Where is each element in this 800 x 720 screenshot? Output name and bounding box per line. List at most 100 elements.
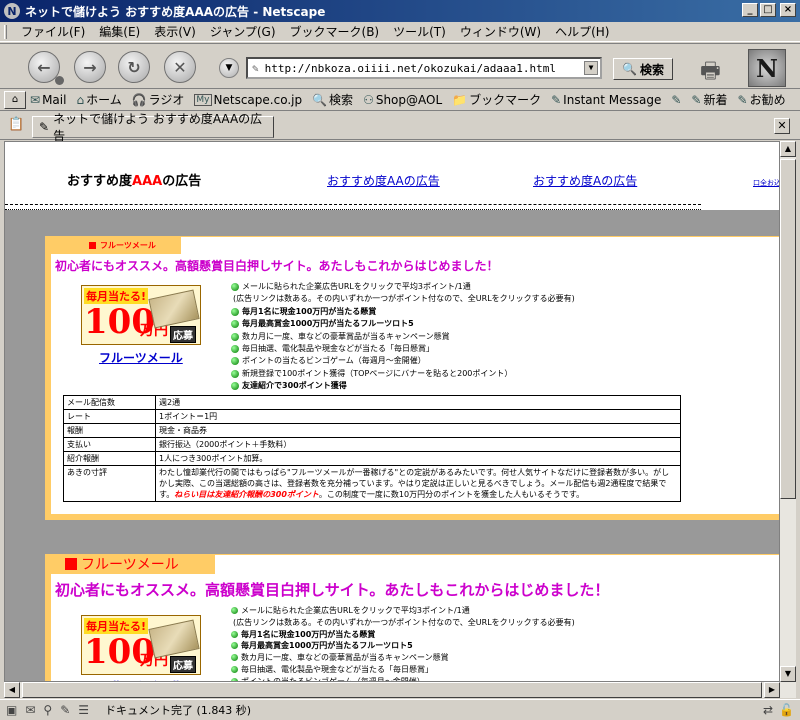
pb-bookmarks[interactable]: 📁 ブックマーク [452,91,541,108]
feature-item: 毎月1名に現金100万円が当たる懸賞 [231,306,575,318]
toolbar-home-icon[interactable]: ⌂ [4,91,26,109]
window-title: ネットで儲けよう おすすめ度AAAの広告 - Netscape [25,4,326,19]
aim-icon[interactable]: ⚲ [43,703,52,717]
status-toggle-icon[interactable]: ▣ [6,703,17,717]
security-lock-icon[interactable]: 🔓 [779,703,794,717]
menu-edit[interactable]: 編集(E) [92,23,147,40]
menu-file[interactable]: ファイル(F) [14,23,92,40]
menu-tools[interactable]: ツール(T) [386,23,453,40]
menu-view[interactable]: 表示(V) [147,23,203,40]
pb-label: ラジオ [148,93,185,107]
feature-item: 毎日抽選、電化製品や現金などが当たる「毎日懸賞」 [231,343,575,355]
feature-text: 毎月最高賞金1000万円が当たるフルーツロト5 [241,641,413,651]
aol-icon: ⚇ [363,92,374,107]
ad-banner[interactable]: 毎月当たる! 100 万円 応募 [81,285,201,345]
sidebar-toggle-icon[interactable]: 📋 [8,117,24,132]
stop-button[interactable]: ✕ [164,51,196,83]
table-value: 1ポイント＝1円 [155,409,681,424]
scroll-right-button[interactable]: ▶ [764,682,780,698]
pb-new[interactable]: ✎ 新着 [691,91,727,108]
green-dot-icon [231,307,239,316]
scroll-left-button[interactable]: ◀ [4,682,20,698]
status-text: ドキュメント完了 (1.843 秒) [105,704,252,717]
feature-item: 友達紹介で300ポイント獲得 [231,380,575,392]
print-icon[interactable]: 🖶 [700,54,721,92]
ad-banner[interactable]: 毎月当たる! 100 万円 応募 [81,615,201,675]
green-dot-icon [231,283,239,291]
close-button[interactable]: × [780,3,796,17]
menu-bookmarks[interactable]: ブックマーク(B) [283,23,387,40]
pb-label: ブックマーク [469,93,542,107]
feature-item: 毎月最高賞金1000万円が当たるフルーツロト5 [231,640,575,652]
table-key: 支払い [63,437,156,452]
browser-tab[interactable]: ✎ ネットで儲けよう おすすめ度AAAの広告 [32,112,274,143]
menu-go[interactable]: ジャンプ(G) [203,23,283,40]
pb-search[interactable]: 🔍 検索 [312,91,353,108]
back-dropdown[interactable] [55,76,64,85]
pb-radio[interactable]: 🎧 ラジオ [132,91,185,108]
feature-text: 毎月1名に現金100万円が当たる懸賞 [242,306,377,316]
tiny-link[interactable]: 口全お込 [753,178,779,188]
scroll-down-button[interactable]: ▼ [780,666,796,682]
feature-text: 毎日抽選、電化製品や現金などが当たる「毎日懸賞」 [242,344,434,354]
feature-text: 数カ月に一度、車などの豪華賞品が当るキャンペーン懸賞 [241,653,449,663]
url-dropdown-icon[interactable]: ▼ [584,61,598,75]
table-key: 紹介報酬 [63,451,156,466]
maximize-button[interactable]: □ [760,3,776,17]
scroll-up-button[interactable]: ▲ [780,141,796,157]
green-dot-icon [231,642,238,650]
netscape-logo[interactable]: N [748,49,786,87]
url-history-button[interactable]: ▼ [219,58,239,78]
table-key: あきの寸評 [63,465,156,502]
table-key: メール配信数 [63,395,156,410]
pb-recommend[interactable]: ✎ お勧め [738,91,786,108]
feature-text: 毎月1名に現金100万円が当たる懸賞 [241,629,376,639]
pb-bookmark-unlabeled[interactable]: ✎ [671,93,681,107]
url-field[interactable]: ✎ http://nbkoza.oiiii.net/okozukai/adaaa… [246,57,602,79]
search-button[interactable]: 🔍 検索 [613,58,673,80]
mail-status-icon[interactable]: ✉ [25,703,35,717]
pb-mail[interactable]: ✉ Mail [30,93,66,107]
forward-button[interactable]: → [74,51,106,83]
vertical-scrollbar[interactable]: ▲ ▼ [780,141,796,682]
navigation-toolbar: ← → ↻ ✕ ▼ ✎ http://nbkoza.oiiii.net/okoz… [0,43,800,89]
address-book-icon[interactable]: ☰ [78,703,89,717]
content-viewport[interactable]: おすすめ度AAAの広告 おすすめ度AAの広告 おすすめ度Aの広告 口全お込 フル… [4,141,780,682]
link-a-ads[interactable]: おすすめ度Aの広告 [533,172,637,189]
vertical-scroll-thumb[interactable] [780,159,796,499]
table-row: 紹介報酬 1人につき300ポイント加算。 [63,451,681,466]
pb-home[interactable]: ⌂ ホーム [76,91,121,108]
composer-icon[interactable]: ✎ [60,703,70,717]
pb-label: ホーム [86,93,122,107]
ad-link[interactable]: フルーツメール [99,349,183,366]
pb-label: 新着 [703,93,728,107]
close-icon: ✕ [777,119,787,132]
netscape-app-icon: N [4,3,20,19]
pb-shop-aol[interactable]: ⚇ Shop@AOL [363,93,442,107]
minimize-button[interactable]: _ [742,3,758,17]
search-button-label: 検索 [639,62,664,77]
link-aa-ads[interactable]: おすすめ度AAの広告 [327,172,440,189]
horizontal-scroll-thumb[interactable] [22,682,762,698]
feature-text: メールに貼られた企業広告URLをクリックで平均3ポイント/1通 [242,282,471,291]
menu-help[interactable]: ヘルプ(H) [548,23,616,40]
toolbar-grip[interactable] [4,25,7,39]
pb-netscape[interactable]: My Netscape.co.jp [194,93,302,107]
feature-item: メールに貼られた企業広告URLをクリックで平均3ポイント/1通 [231,281,575,293]
feature-list: メールに貼られた企業広告URLをクリックで平均3ポイント/1通 (広告リンクは数… [231,281,575,393]
menu-window[interactable]: ウィンドウ(W) [453,23,548,40]
feature-item: ポイントの当たるビンゴゲーム（毎週月～金開催） [231,355,575,367]
reload-button[interactable]: ↻ [118,51,150,83]
horizontal-scrollbar[interactable]: ◀ ▶ [4,682,796,698]
status-bar: ▣ ✉ ⚲ ✎ ☰ ドキュメント完了 (1.843 秒) ⇄ 🔓 [0,699,800,720]
ad-tab-label: フルーツメール [100,240,156,250]
close-tab-button[interactable]: ✕ [774,118,790,134]
title-prefix: おすすめ度 [67,174,133,189]
pb-instant-message[interactable]: ✎ Instant Message [551,93,661,107]
table-value: 週2通 [155,395,681,410]
page-proxy-icon[interactable]: ✎ [252,62,259,75]
feature-text: ポイントの当たるビンゴゲーム（毎週月～金開催） [242,356,426,366]
online-status-icon[interactable]: ⇄ [763,703,773,717]
ad-tab-label: フルーツメール [81,557,179,573]
table-value: 1人につき300ポイント加算。 [155,451,681,466]
